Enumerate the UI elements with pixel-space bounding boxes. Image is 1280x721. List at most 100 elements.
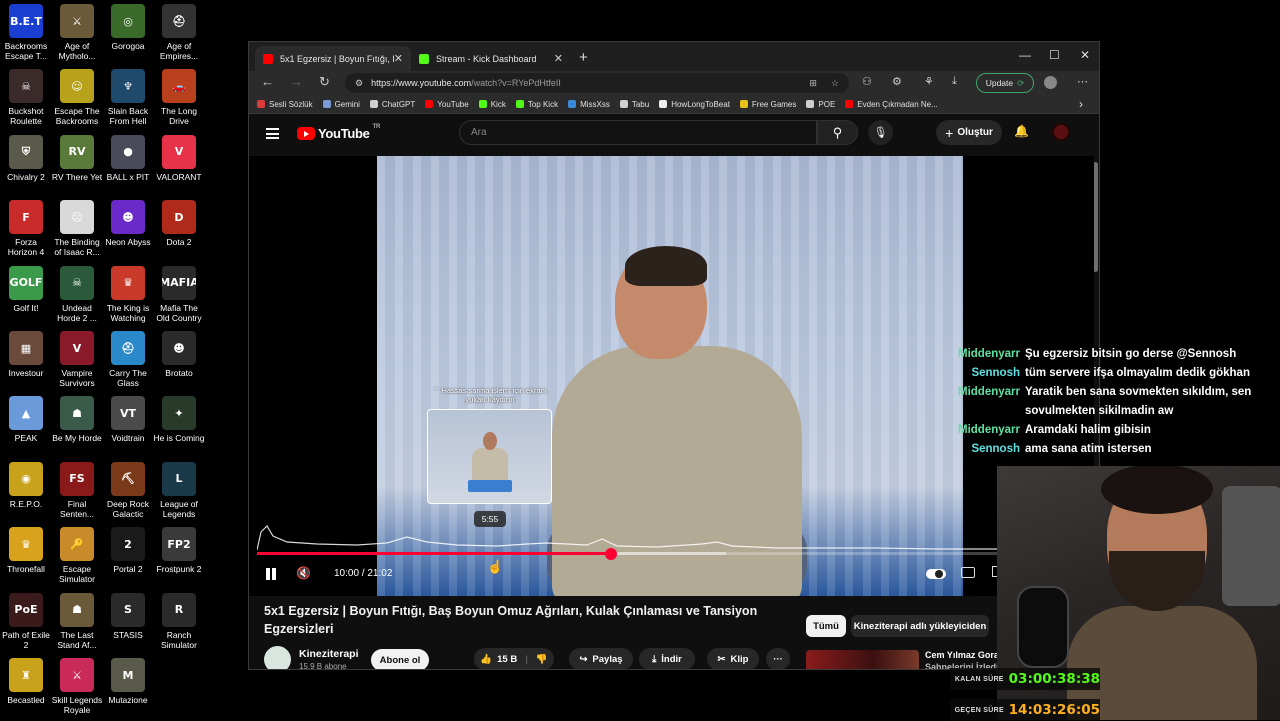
autoplay-toggle[interactable] bbox=[926, 569, 946, 579]
desktop-icon[interactable]: ☠ Undead Horde 2 ... bbox=[51, 265, 103, 323]
like-icon[interactable]: 👍 bbox=[480, 654, 492, 665]
desktop-icon[interactable]: ♜ Becastled bbox=[0, 658, 52, 705]
desktop-icon[interactable]: V VALORANT bbox=[153, 134, 205, 182]
site-info-icon[interactable]: ⚙ bbox=[355, 78, 363, 89]
bookmark-star-icon[interactable]: ☆ bbox=[831, 78, 839, 89]
desktop-icon[interactable]: VT Voidtrain bbox=[102, 396, 154, 443]
notifications-bell-icon[interactable]: 🔔 bbox=[1014, 124, 1029, 138]
bookmark-item[interactable]: ChatGPT bbox=[369, 100, 415, 109]
account-avatar[interactable] bbox=[1052, 123, 1070, 141]
desktop-icon[interactable]: ⚔ Skill Legends Royale bbox=[51, 658, 103, 715]
search-input[interactable]: Ara bbox=[459, 120, 817, 145]
download-icon[interactable]: ⤓ bbox=[952, 75, 957, 88]
forward-icon[interactable]: → bbox=[290, 74, 303, 89]
reload-icon[interactable]: ↻ bbox=[319, 74, 330, 90]
voice-search-button[interactable]: 🎙 bbox=[868, 120, 893, 145]
desktop-icon[interactable]: FP2 Frostpunk 2 bbox=[153, 527, 205, 574]
desktop-icon[interactable]: ☻ Brotato bbox=[153, 331, 205, 378]
bookmark-item[interactable]: Kick bbox=[478, 100, 506, 109]
desktop-icon[interactable]: ☗ Be My Horde bbox=[51, 396, 103, 443]
channel-name[interactable]: Kineziterapi bbox=[299, 648, 359, 660]
desktop-icon[interactable]: ◉ R.E.P.O. bbox=[0, 461, 52, 509]
recommended-thumbnail[interactable] bbox=[806, 650, 919, 669]
desktop-icon[interactable]: L League of Legends bbox=[153, 461, 205, 519]
desktop-icon[interactable]: ◎ Gorogoa bbox=[102, 4, 154, 51]
bookmark-item[interactable]: Tabu bbox=[619, 100, 649, 109]
pause-button[interactable] bbox=[264, 567, 278, 581]
desktop-icon[interactable]: F Forza Horizon 4 bbox=[0, 200, 52, 257]
desktop-icon[interactable]: RV RV There Yet bbox=[51, 134, 103, 182]
profile-avatar[interactable] bbox=[1044, 76, 1057, 89]
desktop-icon[interactable]: B.E.T Backrooms Escape T... bbox=[0, 4, 52, 61]
menu-icon[interactable] bbox=[266, 128, 279, 139]
progress-bar[interactable] bbox=[257, 547, 1002, 560]
bookmark-item[interactable]: POE bbox=[806, 100, 835, 109]
desktop-icon[interactable]: ⛑ Age of Empires... bbox=[153, 4, 205, 61]
tab-youtube[interactable]: 5x1 Egzersiz | Boyun Fıtığı, Baş Bo ✕ bbox=[255, 46, 411, 71]
desktop-icon[interactable]: M Mutazione bbox=[102, 658, 154, 705]
clip-button[interactable]: ✂ Klip bbox=[707, 648, 759, 669]
desktop-icon[interactable]: MAFIA Mafia The Old Country bbox=[153, 265, 205, 323]
desktop-icon[interactable]: ▲ PEAK bbox=[0, 396, 52, 443]
desktop-icon[interactable]: ♛ Thronefall bbox=[0, 527, 52, 574]
subtitles-button[interactable] bbox=[961, 567, 975, 578]
recommended-title[interactable]: Cem Yılmaz Gora/ Sahnelerini İzledi bbox=[925, 649, 1005, 669]
extension-icon[interactable]: ⚇ bbox=[862, 75, 872, 88]
dislike-icon[interactable]: 👎 bbox=[536, 654, 548, 665]
desktop-icon[interactable]: ● BALL x PIT bbox=[102, 134, 154, 182]
close-window-button[interactable]: ✕ bbox=[1080, 48, 1090, 62]
share-button[interactable]: ↪ Paylaş bbox=[569, 648, 633, 669]
extension-icon[interactable]: ⚙ bbox=[892, 75, 902, 88]
minimize-button[interactable]: — bbox=[1019, 48, 1031, 62]
desktop-icon[interactable]: ☺ Escape The Backrooms bbox=[51, 69, 103, 126]
desktop-icon[interactable]: GOLF Golf It! bbox=[0, 265, 52, 313]
desktop-icon[interactable]: 🚗 The Long Drive bbox=[153, 69, 205, 126]
bookmark-item[interactable]: YouTube bbox=[425, 100, 469, 109]
desktop-icon[interactable]: V Vampire Survivors bbox=[51, 331, 103, 388]
update-button[interactable]: Update ⟳ bbox=[976, 73, 1034, 93]
tab-kick-dashboard[interactable]: Stream - Kick Dashboard ✕ bbox=[411, 46, 571, 71]
desktop-icon[interactable]: ⛏ Deep Rock Galactic bbox=[102, 461, 154, 519]
close-icon[interactable]: ✕ bbox=[394, 52, 403, 65]
desktop-icon[interactable]: ⛑ Carry The Glass bbox=[102, 331, 154, 388]
extension-icon[interactable]: ⚘ bbox=[924, 75, 934, 88]
menu-dots-icon[interactable]: ⋯ bbox=[1077, 75, 1088, 88]
address-bar[interactable]: ⚙ https://www.youtube.com /watch?v=RYePd… bbox=[345, 73, 849, 93]
desktop-icon[interactable]: ☗ The Last Stand Af... bbox=[51, 592, 103, 650]
install-app-icon[interactable]: ⊞ bbox=[809, 78, 817, 89]
desktop-icon[interactable]: ☻ Neon Abyss bbox=[102, 200, 154, 247]
desktop-icon[interactable]: 🔑 Escape Simulator bbox=[51, 527, 103, 584]
new-tab-button[interactable]: + bbox=[579, 49, 588, 66]
desktop-icon[interactable]: ⛨ Chivalry 2 bbox=[0, 134, 52, 182]
desktop-icon[interactable]: R Ranch Simulator bbox=[153, 592, 205, 650]
channel-avatar[interactable] bbox=[264, 646, 291, 669]
desktop-icon[interactable]: PoE Path of Exile 2 bbox=[0, 592, 52, 650]
progress-scrubber[interactable] bbox=[605, 547, 618, 560]
bookmarks-overflow-icon[interactable]: › bbox=[1079, 97, 1083, 111]
desktop-icon[interactable]: ✦ He is Coming bbox=[153, 396, 205, 443]
create-button[interactable]: + Oluştur bbox=[936, 120, 1002, 145]
download-button[interactable]: ⤓ İndir bbox=[639, 648, 695, 669]
close-icon[interactable]: ✕ bbox=[554, 52, 563, 65]
desktop-icon[interactable]: S STASIS bbox=[102, 592, 154, 640]
bookmark-item[interactable]: MissXss bbox=[568, 100, 610, 109]
desktop-icon[interactable]: ▦ Investour bbox=[0, 331, 52, 378]
chip-all[interactable]: Tümü bbox=[806, 615, 846, 637]
chip-uploader[interactable]: Kineziterapi adlı yükleyiciden bbox=[851, 615, 989, 637]
bookmark-item[interactable]: Sesli Sözlük bbox=[257, 100, 313, 109]
search-button[interactable]: ⚲ bbox=[817, 120, 858, 145]
desktop-icon[interactable]: ☠ Buckshot Roulette bbox=[0, 69, 52, 126]
more-actions-button[interactable]: ··· bbox=[766, 648, 790, 669]
desktop-icon[interactable]: ☹ The Binding of Isaac R... bbox=[51, 200, 103, 257]
back-icon[interactable]: ← bbox=[261, 74, 274, 89]
desktop-icon[interactable]: 2 Portal 2 bbox=[102, 527, 154, 574]
like-count[interactable]: 15 B bbox=[497, 654, 517, 665]
bookmark-item[interactable]: HowLongToBeat bbox=[659, 100, 730, 109]
maximize-button[interactable]: ☐ bbox=[1049, 48, 1060, 62]
youtube-logo[interactable]: YouTube TR bbox=[297, 124, 380, 141]
desktop-icon[interactable]: ⚔ Age of Mytholo... bbox=[51, 4, 103, 61]
desktop-icon[interactable]: D Dota 2 bbox=[153, 200, 205, 247]
bookmark-item[interactable]: Evden Çıkmadan Ne... bbox=[845, 100, 938, 109]
bookmark-item[interactable]: Gemini bbox=[322, 100, 360, 109]
mute-button[interactable]: 🔇 bbox=[296, 566, 311, 580]
